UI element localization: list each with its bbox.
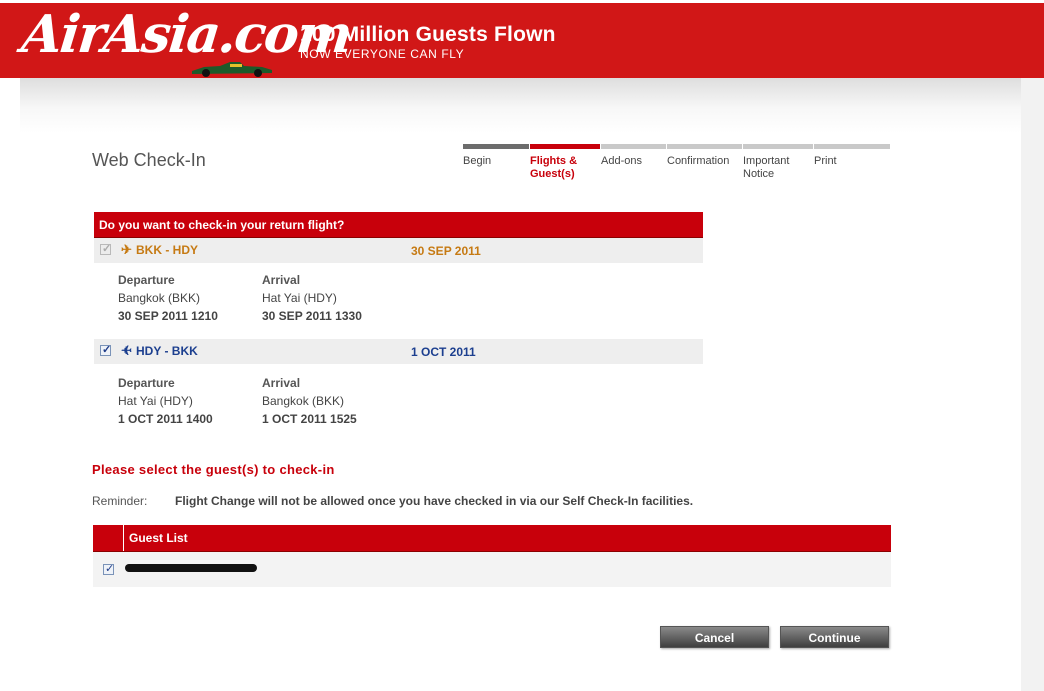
departure-label: Departure bbox=[118, 273, 175, 287]
arrival-details: Arrival Hat Yai (HDY) 30 SEP 2011 1330 bbox=[262, 271, 362, 325]
flight-route: HDY - BKK bbox=[136, 344, 198, 358]
guest-select-title: Please select the guest(s) to check-in bbox=[92, 462, 335, 477]
flight-row-outbound: ✓ ✈ BKK - HDY 30 SEP 2011 bbox=[94, 238, 703, 263]
site-header: AirAsia.com 100 Million Guests Flown NOW… bbox=[0, 0, 1044, 78]
step-label: Important Notice bbox=[743, 155, 790, 180]
page-gutter bbox=[1021, 78, 1044, 691]
plane-depart-icon: ✈ bbox=[121, 242, 132, 257]
step-bar bbox=[814, 144, 890, 149]
departure-time: 30 SEP 2011 1210 bbox=[118, 309, 218, 323]
guest-list-title: Guest List bbox=[129, 531, 188, 545]
step-label: Add-ons bbox=[601, 155, 642, 167]
flight-route: BKK - HDY bbox=[136, 243, 198, 257]
promo-subline: NOW EVERYONE CAN FLY bbox=[300, 47, 465, 61]
step-confirmation: Confirmation bbox=[667, 144, 742, 168]
flight-row-return: ✓ ✈ HDY - BKK 1 OCT 2011 bbox=[94, 339, 703, 364]
return-flight-heading: Do you want to check-in your return flig… bbox=[94, 212, 703, 238]
step-print: Print bbox=[814, 144, 890, 168]
guest-checkbox[interactable]: ✓ bbox=[103, 563, 114, 575]
departure-place: Hat Yai (HDY) bbox=[118, 394, 193, 408]
departure-label: Departure bbox=[118, 376, 175, 390]
step-add-ons: Add-ons bbox=[601, 144, 666, 168]
step-label: Flights & Guest(s) bbox=[530, 155, 578, 180]
step-important-notice: Important Notice bbox=[743, 144, 813, 181]
race-car-icon bbox=[192, 62, 272, 77]
promo-tagline: 100 Million Guests Flown NOW EVERYONE CA… bbox=[300, 23, 556, 61]
arrival-details: Arrival Bangkok (BKK) 1 OCT 2011 1525 bbox=[262, 374, 357, 428]
promo-headline: 100 Million Guests Flown bbox=[300, 23, 556, 46]
reminder-text: Flight Change will not be allowed once y… bbox=[175, 494, 694, 508]
departure-time: 1 OCT 2011 1400 bbox=[118, 412, 213, 426]
step-label: Confirmation bbox=[667, 155, 730, 167]
step-bar bbox=[463, 144, 529, 149]
arrival-label: Arrival bbox=[262, 273, 301, 287]
continue-button[interactable]: Continue bbox=[780, 626, 889, 648]
step-bar bbox=[667, 144, 742, 149]
step-bar bbox=[743, 144, 813, 149]
reminder-label: Reminder: bbox=[92, 494, 148, 508]
step-bar bbox=[601, 144, 666, 149]
step-label: Begin bbox=[463, 155, 492, 167]
arrival-place: Bangkok (BKK) bbox=[262, 394, 345, 408]
step-label: Print bbox=[814, 155, 837, 167]
plane-return-icon: ✈ bbox=[121, 343, 132, 358]
step-begin: Begin bbox=[463, 144, 529, 168]
step-bar bbox=[530, 144, 600, 149]
flight-date: 30 SEP 2011 bbox=[411, 244, 481, 258]
step-flights-guests: Flights & Guest(s) bbox=[530, 144, 600, 181]
arrival-label: Arrival bbox=[262, 376, 301, 390]
redacted-guest-name bbox=[125, 564, 257, 572]
guest-list-header: Guest List bbox=[93, 525, 891, 552]
flight-checkbox-outbound[interactable]: ✓ bbox=[100, 243, 111, 255]
page-title: Web Check-In bbox=[92, 150, 206, 170]
arrival-place: Hat Yai (HDY) bbox=[262, 291, 337, 305]
guest-row: ✓ bbox=[93, 552, 891, 587]
header-divider bbox=[123, 525, 124, 551]
departure-details: Departure Hat Yai (HDY) 1 OCT 2011 1400 bbox=[118, 374, 213, 428]
cancel-button[interactable]: Cancel bbox=[660, 626, 769, 648]
departure-place: Bangkok (BKK) bbox=[118, 291, 201, 305]
flight-date: 1 OCT 2011 bbox=[411, 345, 476, 359]
arrival-time: 1 OCT 2011 1525 bbox=[262, 412, 357, 426]
departure-details: Departure Bangkok (BKK) 30 SEP 2011 1210 bbox=[118, 271, 218, 325]
arrival-time: 30 SEP 2011 1330 bbox=[262, 309, 362, 323]
flight-checkbox-return[interactable]: ✓ bbox=[100, 344, 111, 356]
